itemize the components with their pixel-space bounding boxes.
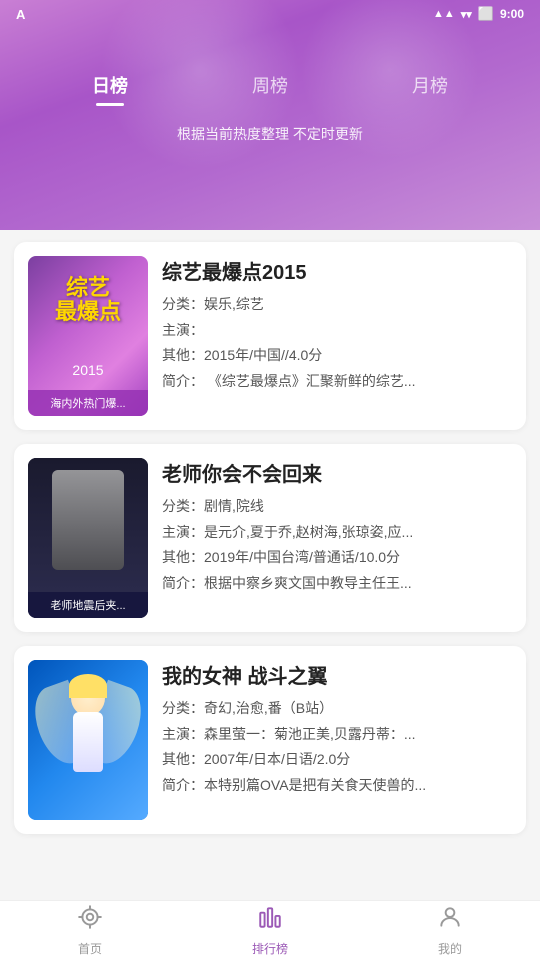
rank-icon [257,904,283,937]
card-3[interactable]: 我的女神 战斗之翼 分类：奇幻,治愈,番（B站） 主演：森里萤一：菊池正美,贝露… [14,646,526,834]
card-1[interactable]: 综艺最爆点 2015 海内外热门爆... 综艺最爆点2015 分类：娱乐,综艺 … [14,242,526,430]
card-intro-3: 简介：本特别篇OVA是把有关食天使兽的... [162,776,512,796]
card-intro-2: 简介：根据中察乡爽文国中教导主任王... [162,574,512,594]
time: 9:00 [500,7,524,21]
card-category-2: 分类：剧情,院线 [162,497,512,517]
thumb-2: 老师地震后夹... [28,458,148,618]
status-bar: A ▲▲ ▾▾ ⬜ 9:00 [0,0,540,22]
thumb-sub-2: 老师地震后夹... [28,592,148,618]
card-title-3: 我的女神 战斗之翼 [162,660,512,689]
nav-home-label: 首页 [78,940,102,957]
nav-rank-label: 排行榜 [252,940,288,957]
wifi-icon: ▾▾ [461,8,472,21]
card-title-1: 综艺最爆点2015 [162,256,512,285]
tab-monthly[interactable]: 月榜 [412,72,448,106]
card-intro-1: 简介： 《综艺最爆点》汇聚新鲜的综艺... [162,372,512,392]
thumb-3 [28,660,148,820]
card-cast-3: 主演：森里萤一：菊池正美,贝露丹蒂：... [162,725,512,745]
bottom-nav: 首页 排行榜 我的 [0,900,540,960]
card-title-2: 老师你会不会回来 [162,458,512,487]
tabs-container: 日榜 周榜 月榜 [0,22,540,106]
card-2[interactable]: 老师地震后夹... 老师你会不会回来 分类：剧情,院线 主演：是元介,夏于乔,赵… [14,444,526,632]
home-icon [77,904,103,937]
card-cast-2: 主演：是元介,夏于乔,赵树海,张琼姿,应... [162,523,512,543]
nav-profile-label: 我的 [438,940,462,957]
thumb-1: 综艺最爆点 2015 海内外热门爆... [28,256,148,416]
card-other-2: 其他：2019年/中国台湾/普通话/10.0分 [162,548,512,568]
battery-icon: ⬜ [478,6,494,22]
user-icon [437,904,463,937]
nav-home[interactable]: 首页 [0,904,180,957]
signal-icon: ▲▲ [433,8,455,20]
app-icon: A [16,7,25,22]
nav-profile[interactable]: 我的 [360,904,540,957]
thumb-sub-1: 海内外热门爆... [28,390,148,416]
subtitle-text: 根据当前热度整理 不定时更新 [0,124,540,144]
card-other-1: 其他：2015年/中国//4.0分 [162,346,512,366]
card-category-1: 分类：娱乐,综艺 [162,295,512,315]
card-category-3: 分类：奇幻,治愈,番（B站） [162,699,512,719]
nav-rank[interactable]: 排行榜 [180,904,360,957]
tab-weekly[interactable]: 周榜 [252,72,288,106]
card-other-3: 其他：2007年/日本/日语/2.0分 [162,750,512,770]
content-list: 综艺最爆点 2015 海内外热门爆... 综艺最爆点2015 分类：娱乐,综艺 … [0,230,540,900]
tab-daily[interactable]: 日榜 [92,72,128,106]
card-cast-1: 主演： [162,321,512,341]
